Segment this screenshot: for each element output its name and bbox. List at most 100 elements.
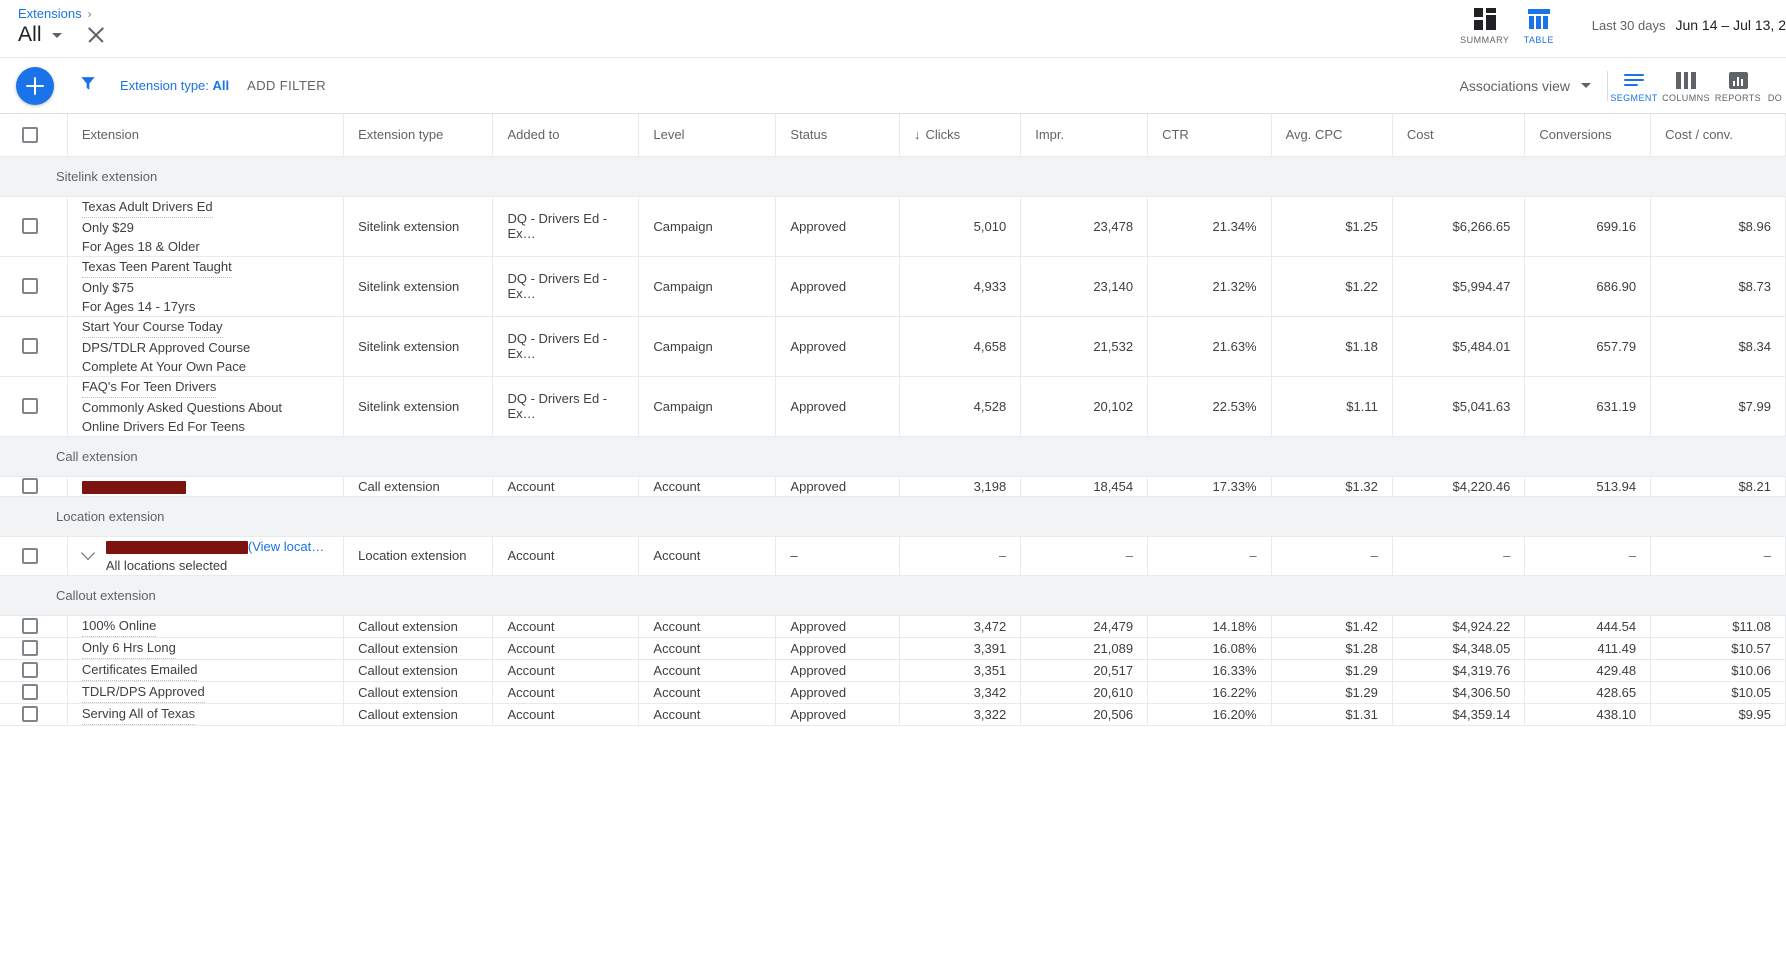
extension-cell[interactable]: Serving All of Texas (67, 703, 345, 726)
close-icon[interactable] (84, 23, 108, 47)
cell-extension-type: Sitelink extension (343, 316, 494, 377)
extension-description-line: DPS/TDLR Approved Course (81, 339, 251, 355)
view-locations-link[interactable]: (View locat… (248, 539, 324, 554)
date-range-picker[interactable]: Last 30 days Jun 14 – Jul 13, 2 (1592, 17, 1786, 33)
table-row[interactable]: Call extension Account Account Approved 3,19… (0, 476, 1786, 497)
funnel-icon[interactable] (78, 73, 98, 98)
extension-headline[interactable]: Only 6 Hrs Long (81, 638, 176, 659)
row-select-cell (0, 615, 68, 638)
columns-icon (1676, 72, 1696, 89)
extension-headline[interactable]: FAQ's For Teen Drivers (81, 377, 217, 398)
cell-avg-cpc: $1.31 (1271, 703, 1393, 726)
select-all-checkbox[interactable] (22, 126, 38, 143)
cell-ctr: 21.63% (1147, 316, 1272, 377)
column-header-cost-per-conv[interactable]: Cost / conv. (1650, 114, 1786, 157)
table-row[interactable]: Start Your Course Today DPS/TDLR Approved… (0, 316, 1786, 377)
columns-button[interactable]: COLUMNS (1660, 68, 1712, 103)
cell-conversions: 699.16 (1524, 196, 1652, 257)
row-checkbox[interactable] (22, 662, 38, 678)
associations-view-dropdown[interactable]: Associations view (1460, 78, 1608, 94)
extension-cell[interactable]: Start Your Course Today DPS/TDLR Approved… (67, 316, 345, 377)
view-toggle-summary[interactable]: SUMMARY (1458, 4, 1512, 45)
cell-avg-cpc: $1.29 (1271, 681, 1393, 704)
row-checkbox[interactable] (22, 618, 38, 634)
extension-cell[interactable]: Texas Adult Drivers Ed Only $29 For Ages 1… (67, 196, 345, 257)
table-row[interactable]: (View locat… All locations selected Locati… (0, 536, 1786, 576)
chevron-down-icon[interactable] (51, 32, 62, 38)
row-select-cell (0, 637, 68, 660)
table-row[interactable]: 100% Online Callout extension Account Accou… (0, 615, 1786, 638)
cell-impressions: 20,517 (1020, 659, 1149, 682)
cell-ctr: 17.33% (1147, 476, 1272, 497)
column-header-clicks[interactable]: ↓ Clicks (899, 114, 1022, 157)
table-row[interactable]: Only 6 Hrs Long Callout extension Account A… (0, 637, 1786, 660)
column-header-cost[interactable]: Cost (1392, 114, 1526, 157)
extension-cell[interactable]: Certificates Emailed (67, 659, 345, 682)
extension-headline[interactable]: Certificates Emailed (81, 660, 198, 681)
table-row[interactable]: Certificates Emailed Callout extension Acc… (0, 659, 1786, 682)
add-filter-button[interactable]: ADD FILTER (247, 78, 326, 93)
extension-cell[interactable]: Texas Teen Parent Taught Only $75 For Ages… (67, 256, 345, 317)
chevron-down-icon[interactable] (82, 546, 96, 560)
column-header-status[interactable]: Status (775, 114, 900, 157)
table-row[interactable]: TDLR/DPS Approved Callout extension Accoun… (0, 681, 1786, 704)
cell-extension-type: Call extension (343, 476, 494, 497)
column-header-extension[interactable]: Extension (67, 114, 345, 157)
select-all-header (0, 114, 68, 157)
column-header-ctr[interactable]: CTR (1147, 114, 1272, 157)
cell-avg-cpc: $1.28 (1271, 637, 1393, 660)
row-checkbox[interactable] (22, 278, 38, 294)
cell-ctr: 21.34% (1147, 196, 1272, 257)
row-checkbox[interactable] (22, 684, 38, 700)
cell-added-to: Account (492, 476, 640, 497)
extension-headline[interactable]: Serving All of Texas (81, 704, 196, 725)
view-toggle-table[interactable]: TABLE (1512, 4, 1566, 45)
extension-cell[interactable]: 100% Online (67, 615, 345, 638)
extension-headline[interactable]: Start Your Course Today (81, 317, 223, 338)
table-row[interactable]: Texas Teen Parent Taught Only $75 For Ages… (0, 256, 1786, 317)
row-checkbox[interactable] (22, 478, 38, 494)
row-checkbox[interactable] (22, 640, 38, 656)
download-button[interactable]: DO (1764, 68, 1786, 103)
table-row[interactable]: Serving All of Texas Callout extension Acc… (0, 703, 1786, 726)
column-header-impressions[interactable]: Impr. (1020, 114, 1149, 157)
cell-cost: $6,266.65 (1392, 196, 1526, 257)
column-header-added-to[interactable]: Added to (492, 114, 640, 157)
filter-chip-extension-type[interactable]: Extension type: All (120, 78, 229, 93)
cell-level: Campaign (638, 196, 777, 257)
extension-headline[interactable]: Texas Teen Parent Taught (81, 257, 232, 278)
scope-selector-label[interactable]: All (18, 23, 42, 47)
add-extension-button[interactable] (16, 66, 54, 105)
row-checkbox[interactable] (22, 398, 38, 414)
extension-cell[interactable] (67, 476, 345, 497)
extension-headline[interactable]: Texas Adult Drivers Ed (81, 197, 213, 218)
row-checkbox[interactable] (22, 547, 38, 564)
cell-status: Approved (775, 256, 900, 317)
extension-cell[interactable]: Only 6 Hrs Long (67, 637, 345, 660)
column-header-avg-cpc[interactable]: Avg. CPC (1271, 114, 1393, 157)
cell-cost-per-conv: $7.99 (1650, 376, 1786, 437)
locations-selected-label: All locations selected (105, 557, 228, 573)
table-row[interactable]: FAQ's For Teen Drivers Commonly Asked Que… (0, 376, 1786, 437)
row-checkbox[interactable] (22, 338, 38, 354)
breadcrumb-link-extensions[interactable]: Extensions (18, 6, 82, 21)
column-header-clicks-label: Clicks (925, 127, 961, 143)
cell-avg-cpc: $1.32 (1271, 476, 1393, 497)
table-row[interactable]: Texas Adult Drivers Ed Only $29 For Ages 1… (0, 196, 1786, 257)
extension-cell[interactable]: FAQ's For Teen Drivers Commonly Asked Que… (67, 376, 345, 437)
extension-headline[interactable]: 100% Online (81, 616, 157, 637)
row-checkbox[interactable] (22, 706, 38, 722)
extension-cell[interactable]: TDLR/DPS Approved (67, 681, 345, 704)
column-header-level[interactable]: Level (638, 114, 777, 157)
cell-ctr: 16.08% (1147, 637, 1272, 660)
filter-chip-value: All (212, 78, 230, 93)
column-header-extension-type[interactable]: Extension type (343, 114, 494, 157)
reports-button[interactable]: REPORTS (1712, 68, 1764, 103)
cell-cost-per-conv: $8.21 (1650, 476, 1786, 497)
column-header-conversions[interactable]: Conversions (1524, 114, 1652, 157)
extension-headline[interactable]: TDLR/DPS Approved (81, 682, 205, 703)
segment-button[interactable]: SEGMENT (1608, 69, 1660, 103)
extension-cell[interactable]: (View locat… All locations selected (67, 536, 345, 576)
cell-added-to: Account (492, 681, 640, 704)
row-checkbox[interactable] (22, 218, 38, 234)
